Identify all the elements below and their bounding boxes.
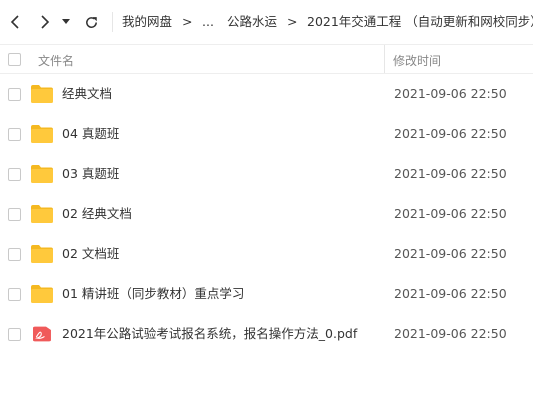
file-row[interactable]: 2021年公路试验考试报名系统，报名操作方法_0.pdf 2021-09-06 … — [0, 314, 533, 354]
breadcrumb-my-drive[interactable]: 我的网盘 — [122, 14, 172, 30]
file-modified-time: 2021-09-06 22:50 — [394, 246, 507, 261]
file-row[interactable]: 经典文档 2021-09-06 22:50 — [0, 74, 533, 114]
file-list-header: 文件名 修改时间 — [0, 44, 533, 74]
folder-icon — [31, 285, 53, 303]
caret-down-icon — [62, 19, 70, 24]
row-checkbox[interactable] — [8, 208, 21, 221]
pdf-icon — [33, 326, 51, 342]
breadcrumb-separator: > — [287, 14, 298, 29]
folder-icon — [31, 165, 53, 183]
row-checkbox[interactable] — [8, 168, 21, 181]
file-name[interactable]: 01 精讲班（同步教材）重点学习 — [62, 286, 244, 302]
file-row[interactable]: 02 经典文档 2021-09-06 22:50 — [0, 194, 533, 234]
refresh-button[interactable] — [80, 10, 102, 34]
file-name[interactable]: 02 文档班 — [62, 246, 119, 262]
column-divider[interactable] — [384, 45, 385, 73]
file-modified-time: 2021-09-06 22:50 — [394, 206, 507, 221]
file-modified-time: 2021-09-06 22:50 — [394, 326, 507, 341]
folder-icon — [31, 245, 53, 263]
toolbar-divider — [112, 12, 113, 32]
navigation-toolbar: 我的网盘 > ... 公路水运 > 2021年交通工程 （自动更新和网校同步） — [0, 0, 533, 44]
breadcrumb-current-folder: 2021年交通工程 （自动更新和网校同步） — [307, 14, 533, 29]
file-name[interactable]: 经典文档 — [62, 86, 112, 102]
column-header-modified[interactable]: 修改时间 — [393, 52, 441, 69]
history-dropdown-button[interactable] — [58, 10, 74, 34]
row-checkbox[interactable] — [8, 128, 21, 141]
breadcrumb-highway[interactable]: 公路水运 — [227, 14, 277, 30]
file-name[interactable]: 02 经典文档 — [62, 206, 132, 222]
file-name[interactable]: 03 真题班 — [62, 166, 119, 182]
select-all-checkbox[interactable] — [8, 53, 21, 66]
file-row[interactable]: 03 真题班 2021-09-06 22:50 — [0, 154, 533, 194]
chevron-right-icon — [41, 15, 50, 29]
file-list: 经典文档 2021-09-06 22:50 04 真题班 2021-09-06 … — [0, 74, 533, 354]
row-checkbox[interactable] — [8, 328, 21, 341]
file-modified-time: 2021-09-06 22:50 — [394, 126, 507, 141]
folder-icon — [31, 85, 53, 103]
row-checkbox[interactable] — [8, 288, 21, 301]
file-row[interactable]: 02 文档班 2021-09-06 22:50 — [0, 234, 533, 274]
file-modified-time: 2021-09-06 22:50 — [394, 86, 507, 101]
forward-button[interactable] — [34, 10, 56, 34]
breadcrumb-ellipsis[interactable]: ... — [202, 14, 214, 30]
back-button[interactable] — [4, 10, 26, 34]
breadcrumb-separator: > — [182, 14, 193, 29]
file-name[interactable]: 04 真题班 — [62, 126, 119, 142]
file-name[interactable]: 2021年公路试验考试报名系统，报名操作方法_0.pdf — [62, 326, 357, 342]
file-row[interactable]: 01 精讲班（同步教材）重点学习 2021-09-06 22:50 — [0, 274, 533, 314]
refresh-icon — [85, 16, 97, 28]
folder-icon — [31, 205, 53, 223]
file-modified-time: 2021-09-06 22:50 — [394, 166, 507, 181]
chevron-left-icon — [10, 15, 19, 29]
row-checkbox[interactable] — [8, 248, 21, 261]
file-modified-time: 2021-09-06 22:50 — [394, 286, 507, 301]
row-checkbox[interactable] — [8, 88, 21, 101]
file-row[interactable]: 04 真题班 2021-09-06 22:50 — [0, 114, 533, 154]
column-header-name[interactable]: 文件名 — [38, 52, 74, 69]
folder-icon — [31, 125, 53, 143]
